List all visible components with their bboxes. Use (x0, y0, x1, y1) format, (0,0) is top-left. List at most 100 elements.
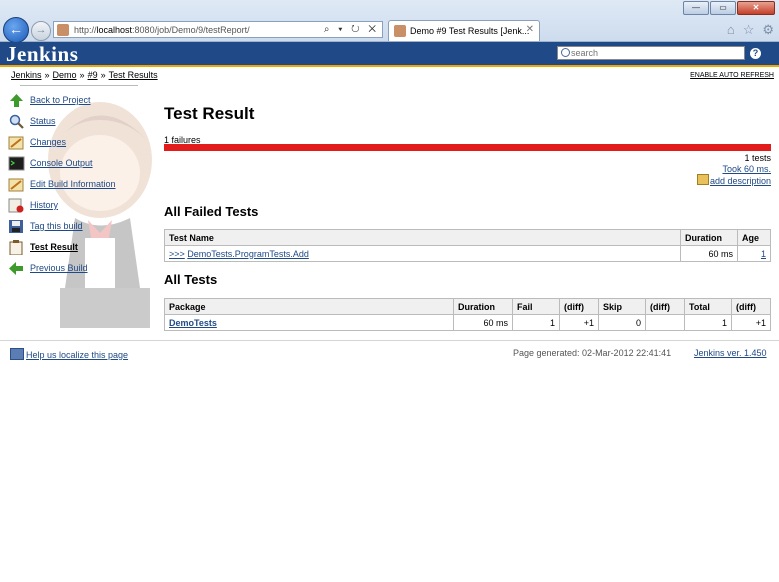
column-total[interactable]: Total (684, 298, 732, 315)
table-header-row: Package Duration Fail (diff) Skip (diff)… (164, 298, 771, 315)
duration-cell: 60 ms (453, 314, 513, 331)
page-generated-text: Page generated: 02-Mar-2012 22:41:41 (513, 348, 672, 358)
column-duration[interactable]: Duration (680, 229, 738, 246)
sidebar-item-label[interactable]: Test Result (30, 242, 78, 252)
table-header-row: Test Name Duration Age (164, 229, 771, 246)
magnifier-icon (9, 114, 24, 129)
sidebar-item-label[interactable]: Tag this build (30, 221, 83, 231)
sidebar-item-label[interactable]: Edit Build Information (30, 179, 116, 189)
add-description[interactable]: add description (696, 174, 771, 186)
breadcrumb-divider (20, 85, 138, 86)
test-name-cell: >>> DemoTests.ProgramTests.Add (164, 245, 681, 262)
column-skip-diff[interactable]: (diff) (645, 298, 685, 315)
tab-close-icon[interactable]: ✕ (526, 24, 534, 35)
test-count: 1 tests (744, 153, 771, 163)
notepad-icon (8, 136, 24, 150)
column-fail-diff[interactable]: (diff) (559, 298, 599, 315)
edit-notepad-icon (696, 174, 709, 185)
browser-tab[interactable]: Demo #9 Test Results [Jenk... ✕ (388, 20, 540, 41)
all-tests-table: Package Duration Fail (diff) Skip (diff)… (164, 298, 771, 331)
back-button[interactable]: ← (3, 17, 29, 43)
browser-chrome: — ▭ ✕ ← → http://localhost:8080/job/Demo… (0, 0, 779, 43)
jenkins-logo[interactable]: Jenkins (6, 42, 78, 67)
localize-link[interactable]: Help us localize this page (26, 350, 128, 360)
all-tests-heading: All Tests (164, 272, 218, 287)
package-link[interactable]: DemoTests (169, 318, 217, 328)
search-box[interactable] (557, 46, 745, 60)
jenkins-version-link[interactable]: Jenkins ver. 1.450 (694, 348, 767, 358)
sidebar-item-label[interactable]: Console Output (30, 158, 93, 168)
close-window-button[interactable]: ✕ (737, 1, 775, 15)
table-row: >>> DemoTests.ProgramTests.Add 60 ms 1 (164, 245, 771, 262)
globe-icon (10, 348, 24, 360)
url-prefix: http:// (74, 25, 97, 35)
enable-auto-refresh-link[interactable]: ENABLE AUTO REFRESH (690, 72, 774, 79)
expand-toggle[interactable]: >>> (169, 249, 185, 259)
sidebar-item-label[interactable]: Previous Build (30, 263, 88, 273)
site-favicon-icon (57, 24, 69, 36)
sidebar-item-label[interactable]: Status (30, 116, 56, 126)
breadcrumb-jenkins[interactable]: Jenkins (11, 70, 42, 80)
browser-tools: ⌂ ☆ ⚙ (727, 22, 774, 38)
breadcrumb: Jenkins» Demo» #9» Test Results (11, 70, 158, 80)
sidebar-item-label[interactable]: Back to Project (30, 95, 91, 105)
fail-diff-cell: +1 (559, 314, 599, 331)
column-test-name[interactable]: Test Name (164, 229, 681, 246)
notepad-icon (8, 178, 24, 192)
history-notepad-icon (8, 198, 24, 213)
jenkins-header: Jenkins ? (0, 42, 779, 67)
search-icon (561, 48, 570, 57)
age-link[interactable]: 1 (761, 249, 766, 259)
breadcrumb-test-results[interactable]: Test Results (109, 70, 158, 80)
forward-button[interactable]: → (31, 21, 51, 41)
url-host: localhost (96, 25, 133, 35)
breadcrumb-separator: » (100, 70, 106, 80)
localize-help[interactable]: Help us localize this page (10, 348, 128, 360)
package-cell: DemoTests (164, 314, 454, 331)
add-description-link[interactable]: add description (710, 176, 771, 186)
skip-cell: 0 (598, 314, 646, 331)
breadcrumb-demo[interactable]: Demo (53, 70, 77, 80)
address-url[interactable]: http://localhost:8080/job/Demo/9/testRep… (74, 25, 250, 35)
address-bar[interactable]: http://localhost:8080/job/Demo/9/testRep… (53, 21, 383, 38)
settings-gear-icon[interactable]: ⚙ (762, 22, 774, 38)
search-input[interactable] (571, 47, 739, 59)
left-arrow-icon (9, 262, 23, 275)
skip-diff-cell (645, 314, 685, 331)
column-duration[interactable]: Duration (453, 298, 513, 315)
help-icon[interactable]: ? (750, 48, 761, 59)
took-time-link[interactable]: Took 60 ms. (722, 164, 771, 174)
failure-progress-bar (164, 144, 771, 151)
breadcrumb-separator: » (79, 70, 85, 80)
jenkins-butler-watermark (48, 102, 152, 328)
address-tools-icon[interactable]: ⌕ ▾ ↻ ✕ (324, 24, 379, 35)
maximize-button[interactable]: ▭ (710, 1, 736, 15)
column-total-diff[interactable]: (diff) (731, 298, 771, 315)
favorites-star-icon[interactable]: ☆ (743, 22, 755, 38)
column-age[interactable]: Age (737, 229, 771, 246)
sidebar-item-label[interactable]: Changes (30, 137, 66, 147)
failed-tests-table: Test Name Duration Age >>> DemoTests.Pro… (164, 229, 771, 262)
failed-test-link[interactable]: DemoTests.ProgramTests.Add (187, 249, 309, 259)
save-icon (9, 220, 23, 233)
tab-title: Demo #9 Test Results [Jenk... (410, 26, 530, 36)
column-fail[interactable]: Fail (512, 298, 560, 315)
terminal-icon (8, 156, 25, 171)
window-controls: — ▭ ✕ (683, 1, 775, 15)
home-icon[interactable]: ⌂ (727, 22, 735, 38)
clipboard-icon (9, 240, 23, 255)
fail-cell: 1 (512, 314, 560, 331)
minimize-button[interactable]: — (683, 1, 709, 15)
sidebar-item-label[interactable]: History (30, 200, 58, 210)
breadcrumb-separator: » (44, 70, 50, 80)
tab-favicon-icon (394, 25, 406, 37)
age-cell: 1 (737, 245, 771, 262)
column-skip[interactable]: Skip (598, 298, 646, 315)
footer-divider (0, 340, 779, 341)
duration-cell: 60 ms (680, 245, 738, 262)
breadcrumb-build[interactable]: #9 (88, 70, 98, 80)
column-package[interactable]: Package (164, 298, 454, 315)
table-row: DemoTests 60 ms 1 +1 0 1 +1 (164, 314, 771, 331)
total-cell: 1 (684, 314, 732, 331)
page-title: Test Result (164, 104, 255, 123)
